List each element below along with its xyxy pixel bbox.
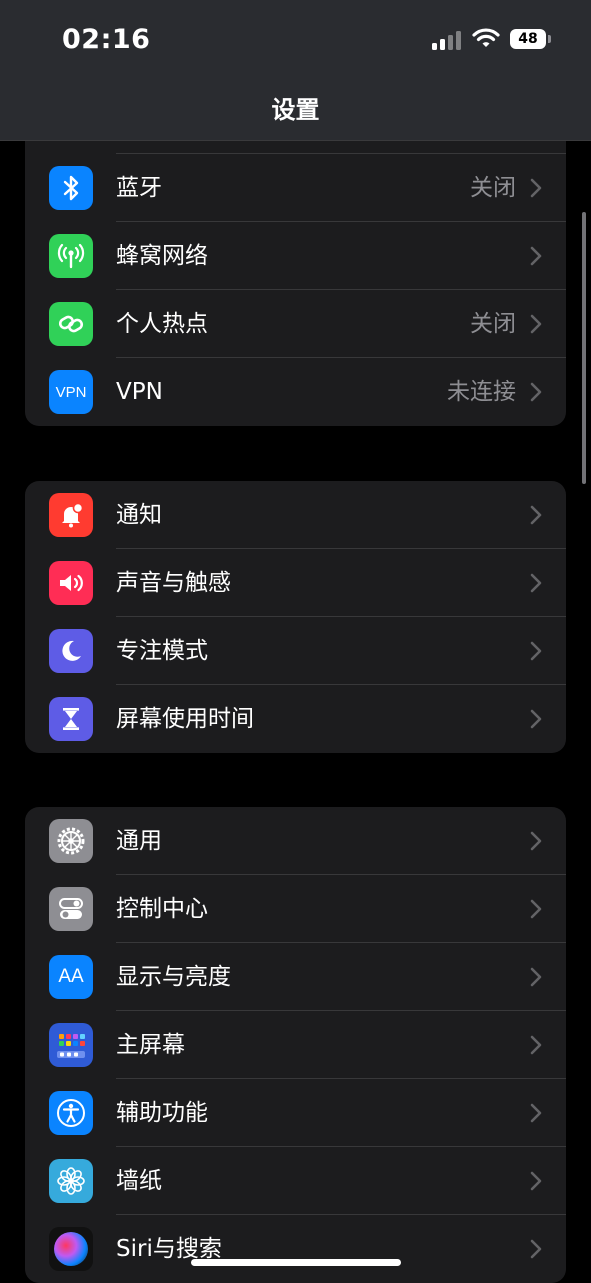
- settings-row-sounds[interactable]: 声音与触感: [25, 549, 566, 617]
- text-size-icon: AA: [49, 955, 93, 999]
- battery-tip: [548, 35, 551, 43]
- row-label: VPN: [116, 379, 163, 405]
- row-value: 关闭: [470, 311, 516, 337]
- battery-level: 48: [510, 29, 546, 49]
- row-value: 关闭: [470, 175, 516, 201]
- row-label: 通知: [116, 502, 162, 528]
- settings-row-siri[interactable]: Siri与搜索: [25, 1215, 566, 1283]
- row-label: Siri与搜索: [116, 1236, 222, 1262]
- row-label: 墙纸: [116, 1168, 162, 1194]
- chevron-right-icon: [530, 505, 542, 525]
- chevron-right-icon: [530, 314, 542, 334]
- chevron-right-icon: [530, 1171, 542, 1191]
- settings-row-cellular[interactable]: 蜂窝网络: [25, 222, 566, 290]
- wifi-icon: [472, 28, 500, 47]
- settings-row-home-screen[interactable]: 主屏幕: [25, 1011, 566, 1079]
- row-value: 未连接: [447, 379, 516, 405]
- cellular-signal-icon: [432, 30, 464, 50]
- chevron-right-icon: [530, 831, 542, 851]
- row-label: 通用: [116, 828, 162, 854]
- chevron-right-icon: [530, 709, 542, 729]
- row-label: 显示与亮度: [116, 964, 231, 990]
- row-label: 蜂窝网络: [116, 243, 208, 269]
- chevron-right-icon: [530, 1239, 542, 1259]
- chevron-right-icon: [530, 573, 542, 593]
- group-notifications: 通知 声音与触感 专注模式 屏幕使用时间: [25, 481, 566, 753]
- home-indicator[interactable]: [191, 1259, 401, 1266]
- chevron-right-icon: [530, 1103, 542, 1123]
- siri-icon: [49, 1227, 93, 1271]
- group-general: 通用 控制中心 AA 显示与亮度 主屏幕 辅助功能 墙纸 Siri与搜索: [25, 807, 566, 1283]
- page-title: 设置: [271, 96, 320, 124]
- settings-row-vpn[interactable]: VPN VPN 未连接: [25, 358, 566, 426]
- chevron-right-icon: [530, 246, 542, 266]
- vpn-icon-text: VPN: [55, 383, 87, 401]
- chevron-right-icon: [530, 382, 542, 402]
- row-label: 专注模式: [116, 638, 208, 664]
- settings-row-wallpaper[interactable]: 墙纸: [25, 1147, 566, 1215]
- row-label: 声音与触感: [116, 570, 231, 596]
- settings-row-screen-time[interactable]: 屏幕使用时间: [25, 685, 566, 753]
- status-time: 02:16: [62, 24, 151, 55]
- gear-icon: [49, 819, 93, 863]
- row-label: 屏幕使用时间: [116, 706, 254, 732]
- settings-row-general[interactable]: 通用: [25, 807, 566, 875]
- wallpaper-flower-icon: [49, 1159, 93, 1203]
- cellular-icon: [49, 234, 93, 278]
- chevron-right-icon: [530, 178, 542, 198]
- row-label: 控制中心: [116, 896, 208, 922]
- chevron-right-icon: [530, 641, 542, 661]
- settings-row-display[interactable]: AA 显示与亮度: [25, 943, 566, 1011]
- chevron-right-icon: [530, 967, 542, 987]
- status-and-nav-bar: 02:16 48 设置: [0, 0, 591, 141]
- settings-row-bluetooth[interactable]: 蓝牙 关闭: [25, 154, 566, 222]
- toggles-icon: [49, 887, 93, 931]
- home-screen-grid-icon: [49, 1023, 93, 1067]
- settings-row-control-center[interactable]: 控制中心: [25, 875, 566, 943]
- accessibility-icon: [49, 1091, 93, 1135]
- settings-row-hotspot[interactable]: 个人热点 关闭: [25, 290, 566, 358]
- speaker-icon: [49, 561, 93, 605]
- settings-row-focus[interactable]: 专注模式: [25, 617, 566, 685]
- hotspot-icon: [49, 302, 93, 346]
- hourglass-icon: [49, 697, 93, 741]
- vertical-scrollbar[interactable]: [582, 212, 586, 484]
- row-label: 个人热点: [116, 311, 208, 337]
- chevron-right-icon: [530, 899, 542, 919]
- settings-row-accessibility[interactable]: 辅助功能: [25, 1079, 566, 1147]
- chevron-right-icon: [530, 1035, 542, 1055]
- row-label: 蓝牙: [116, 175, 162, 201]
- notification-bell-icon: [49, 493, 93, 537]
- bluetooth-icon: [49, 166, 93, 210]
- row-label: 主屏幕: [116, 1032, 185, 1058]
- row-label: 辅助功能: [116, 1100, 208, 1126]
- vpn-icon: VPN: [49, 370, 93, 414]
- settings-row-notifications[interactable]: 通知: [25, 481, 566, 549]
- moon-icon: [49, 629, 93, 673]
- display-icon-text: AA: [58, 966, 84, 987]
